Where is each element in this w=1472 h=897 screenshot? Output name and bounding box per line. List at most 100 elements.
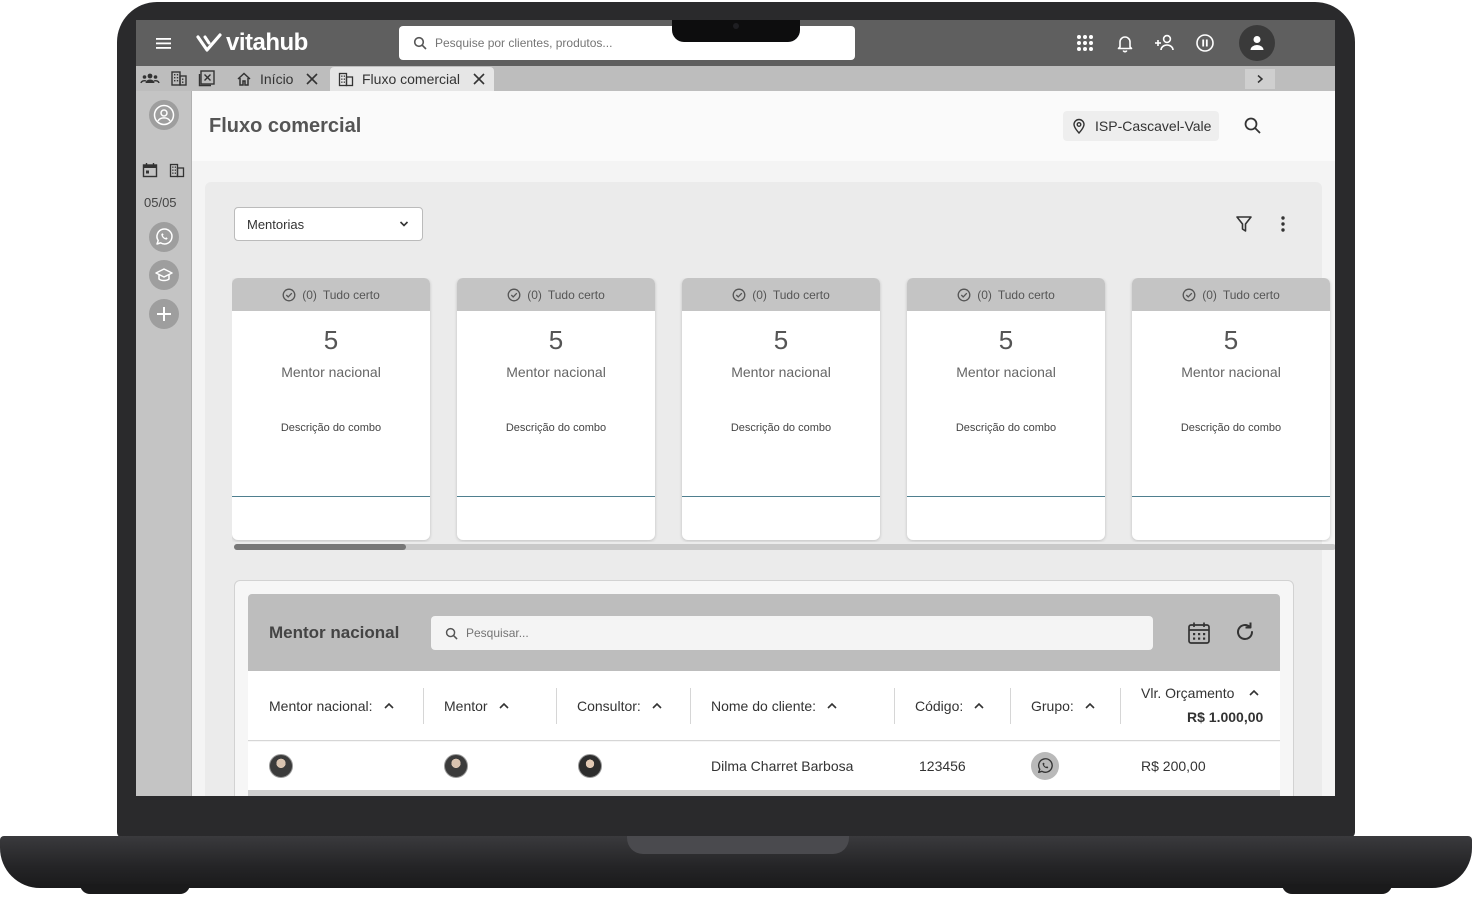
column-divider bbox=[894, 688, 895, 724]
column-divider bbox=[1010, 688, 1011, 724]
cards-scrollbar-thumb[interactable] bbox=[234, 544, 406, 550]
app-logo[interactable]: vitahub bbox=[196, 29, 308, 57]
close-icon[interactable] bbox=[305, 72, 319, 86]
card-status-count: (0) bbox=[977, 287, 992, 302]
card-status-text: Tudo certo bbox=[1222, 287, 1280, 302]
table-search[interactable] bbox=[431, 616, 1153, 650]
search-icon bbox=[445, 627, 458, 640]
tab-fluxo-comercial[interactable]: Fluxo comercial bbox=[330, 67, 495, 91]
summary-card[interactable]: (0) Tudo certo 5 Mentor nacional Descriç… bbox=[232, 278, 430, 540]
close-all-tabs-icon[interactable] bbox=[198, 69, 216, 87]
avatar bbox=[444, 754, 468, 778]
column-header-label: Consultor: bbox=[577, 698, 641, 714]
table-search-input[interactable] bbox=[466, 626, 1066, 640]
column-header-codigo[interactable]: Código: bbox=[915, 671, 985, 741]
column-header-vlr-orcamento[interactable]: Vlr. Orçamento bbox=[1141, 685, 1260, 701]
tabs-scroll-right-button[interactable] bbox=[1245, 69, 1275, 89]
cell-mentor bbox=[444, 742, 468, 790]
whatsapp-icon bbox=[1037, 758, 1053, 773]
apps-grid-icon[interactable] bbox=[1073, 31, 1097, 55]
logo-mark-icon bbox=[196, 33, 222, 52]
table-toolbar: Mentor nacional bbox=[248, 594, 1280, 671]
card-number: 5 bbox=[1223, 325, 1239, 355]
location-pin-icon bbox=[1073, 118, 1085, 134]
search-icon[interactable] bbox=[1242, 115, 1264, 137]
column-header-mentor-nacional[interactable]: Mentor nacional: bbox=[269, 671, 395, 741]
logo-text: vitahub bbox=[226, 29, 308, 56]
column-header-mentor[interactable]: Mentor bbox=[444, 671, 510, 741]
sort-ascending-icon bbox=[499, 702, 509, 709]
building-icon[interactable] bbox=[169, 162, 185, 178]
category-dropdown[interactable]: Mentorias bbox=[234, 207, 423, 241]
summary-card[interactable]: (0) Tudo certo 5 Mentor nacional Descriç… bbox=[682, 278, 880, 540]
rail-date: 05/05 bbox=[144, 195, 177, 210]
column-header-nome-cliente[interactable]: Nome do cliente: bbox=[711, 671, 838, 741]
sort-ascending-icon bbox=[1249, 689, 1259, 696]
chevron-right-icon bbox=[1257, 74, 1264, 84]
more-vertical-icon[interactable] bbox=[1275, 214, 1291, 234]
column-header-label: Grupo: bbox=[1031, 698, 1074, 714]
tab-inicio[interactable]: Início bbox=[228, 67, 327, 91]
building-icon[interactable] bbox=[170, 69, 188, 87]
card-label: Mentor nacional bbox=[1181, 364, 1281, 380]
table-row[interactable]: Dilma Charret Barbosa 123456 R$ 200,00 bbox=[248, 742, 1280, 790]
menu-icon[interactable] bbox=[154, 33, 174, 53]
close-icon[interactable] bbox=[472, 72, 486, 86]
cell-vlr-orcamento: R$ 200,00 bbox=[1141, 758, 1206, 774]
tab-bar-tools bbox=[140, 69, 216, 87]
column-header-label: Vlr. Orçamento bbox=[1141, 685, 1235, 701]
summary-card[interactable]: (0) Tudo certo 5 Mentor nacional Descriç… bbox=[457, 278, 655, 540]
summary-card[interactable]: (0) Tudo certo 5 Mentor nacional Descriç… bbox=[1132, 278, 1330, 540]
filter-icon[interactable] bbox=[1234, 214, 1254, 234]
summary-card[interactable]: (0) Tudo certo 5 Mentor nacional Descriç… bbox=[907, 278, 1105, 540]
card-label: Mentor nacional bbox=[506, 364, 606, 380]
laptop-foot-left bbox=[80, 884, 190, 894]
whatsapp-icon bbox=[156, 228, 173, 245]
team-icon[interactable] bbox=[140, 69, 160, 87]
card-divider bbox=[682, 496, 880, 497]
refresh-icon[interactable] bbox=[1233, 620, 1257, 644]
add-user-icon[interactable] bbox=[1153, 31, 1177, 55]
card-label: Mentor nacional bbox=[281, 364, 381, 380]
avatar bbox=[269, 754, 293, 778]
card-status-header: (0) Tudo certo bbox=[682, 278, 880, 311]
column-header-label: Mentor bbox=[444, 698, 488, 714]
calendar-icon[interactable] bbox=[1186, 620, 1212, 646]
laptop-hinge bbox=[627, 836, 849, 854]
calendar-icon[interactable] bbox=[142, 162, 158, 178]
sort-ascending-icon bbox=[1085, 702, 1095, 709]
cell-grupo bbox=[1031, 742, 1059, 790]
rail-avatar-button[interactable] bbox=[149, 100, 179, 130]
rail-education-button[interactable] bbox=[149, 260, 179, 290]
sort-ascending-icon bbox=[652, 702, 662, 709]
cell-mentor-nacional bbox=[269, 742, 293, 790]
sort-ascending-icon bbox=[974, 702, 984, 709]
user-circle-icon bbox=[153, 104, 175, 126]
user-avatar-button[interactable] bbox=[1239, 25, 1275, 61]
location-selector[interactable]: ISP-Cascavel-Vale bbox=[1063, 111, 1220, 141]
cell-codigo: 123456 bbox=[919, 758, 966, 774]
pause-circle-icon[interactable] bbox=[1193, 31, 1217, 55]
cell-consultor bbox=[578, 742, 602, 790]
whatsapp-group-button[interactable] bbox=[1031, 752, 1059, 780]
card-description: Descrição do combo bbox=[1180, 422, 1282, 434]
results-table-card: Mentor nacional Mentor nacional: bbox=[234, 580, 1294, 796]
card-status-text: Tudo certo bbox=[997, 287, 1055, 302]
column-header-grupo[interactable]: Grupo: bbox=[1031, 671, 1096, 741]
cell-nome-cliente: Dilma Charret Barbosa bbox=[711, 758, 854, 774]
laptop-foot-right bbox=[1282, 884, 1392, 894]
notifications-bell-icon[interactable] bbox=[1113, 31, 1137, 55]
column-divider bbox=[1120, 688, 1121, 724]
chevron-down-icon bbox=[399, 221, 409, 227]
rail-whatsapp-button[interactable] bbox=[149, 222, 179, 252]
sort-ascending-icon bbox=[383, 702, 394, 709]
card-description: Descrição do combo bbox=[505, 422, 607, 434]
camera bbox=[733, 23, 739, 29]
card-divider bbox=[232, 496, 430, 497]
kanban-panel: Mentorias (0) Tudo certo 5 Mentor nacion… bbox=[205, 182, 1335, 796]
column-header-consultor[interactable]: Consultor: bbox=[577, 671, 663, 741]
card-number: 5 bbox=[998, 325, 1014, 355]
table-header: Mentor nacional: Mentor Consultor: Nome … bbox=[248, 671, 1280, 741]
rail-add-button[interactable] bbox=[149, 299, 179, 329]
column-header-label: Nome do cliente: bbox=[711, 698, 817, 714]
